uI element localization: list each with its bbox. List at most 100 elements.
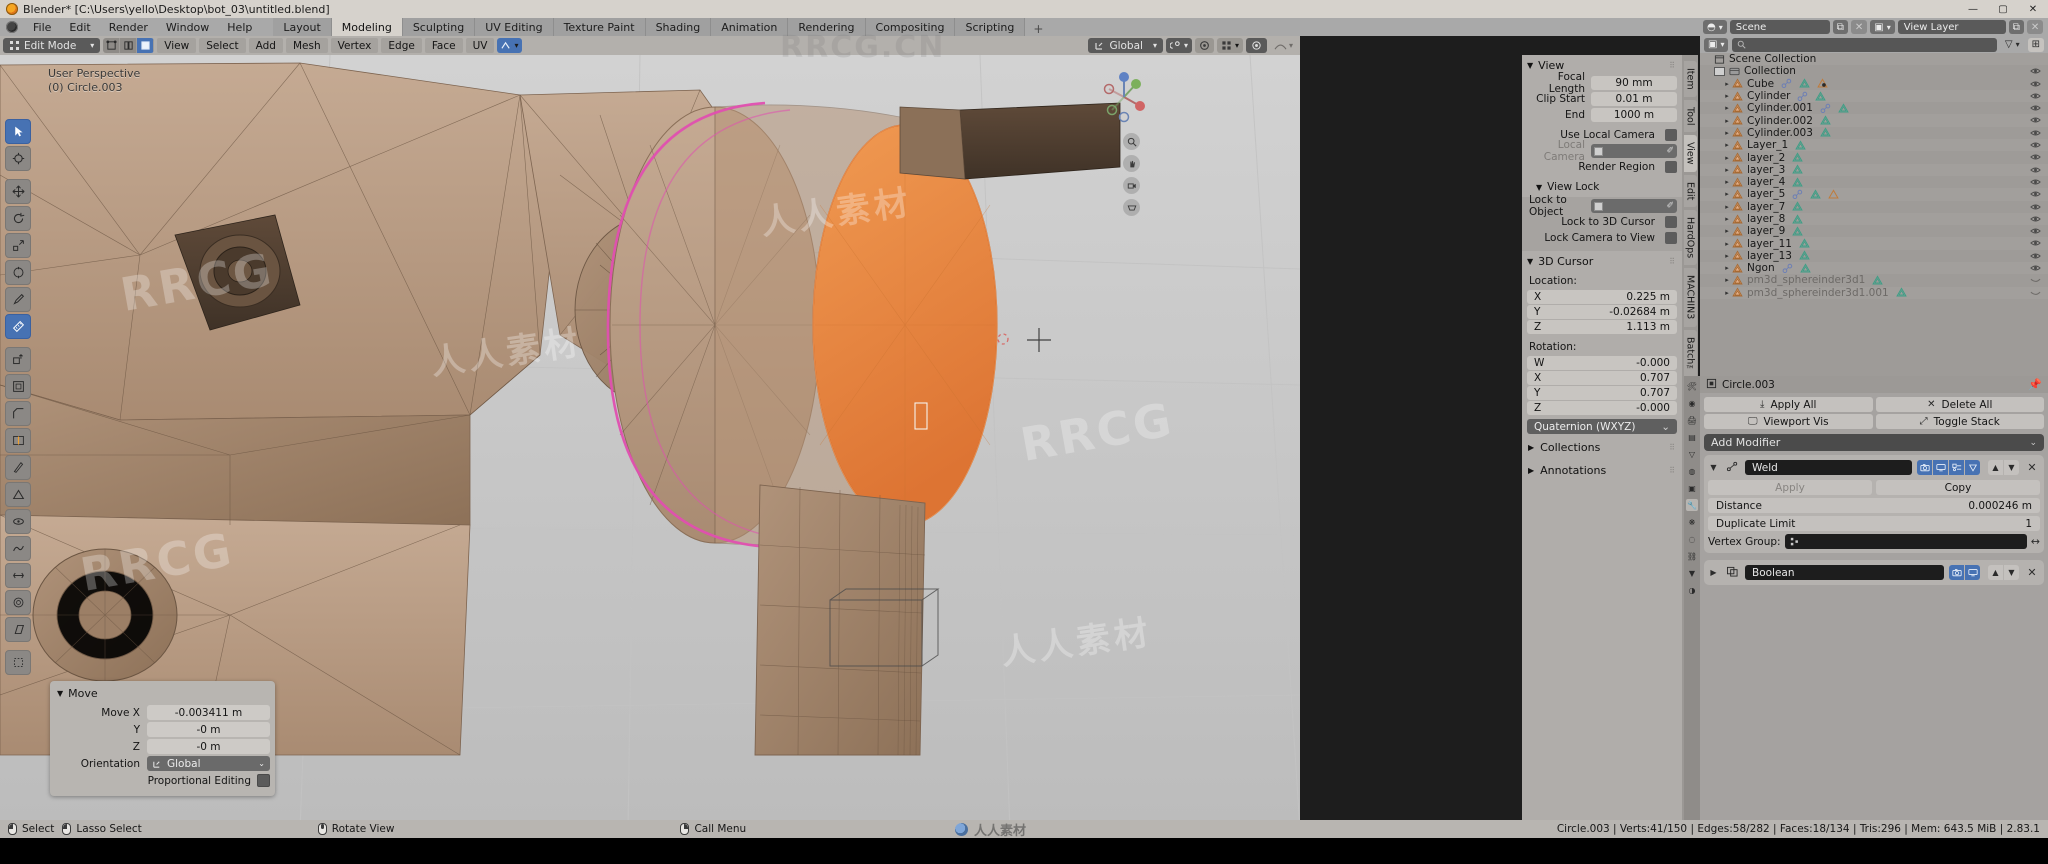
local-camera-row[interactable]: Local Camera ✐ (1527, 139, 1677, 163)
operator-redo-panel[interactable]: ▼ Move Move X -0.003411 m Y -0 m Z -0 m … (50, 681, 275, 796)
weld-render-toggle-icon[interactable] (1917, 460, 1932, 475)
viewport-menu-face[interactable]: Face (424, 38, 463, 53)
boolean-modifier-name-field[interactable]: Boolean (1745, 565, 1944, 580)
maximize-button[interactable]: ▢ (1988, 0, 2018, 18)
close-button[interactable]: ✕ (2018, 0, 2048, 18)
add-modifier-dropdown[interactable]: Add Modifier ⌄ (1704, 434, 2044, 451)
outliner-row-object[interactable]: ▸ layer_8 (1700, 212, 2048, 226)
outliner-row-object[interactable]: ▸ Cube (1700, 78, 2048, 90)
npanel-tab-item[interactable]: Item (1683, 61, 1697, 97)
weld-distance-row[interactable]: Distance 0.000246 m (1708, 498, 2040, 513)
operator-value-move-x[interactable]: -0.003411 m (147, 705, 270, 720)
weld-vertex-group-invert-icon[interactable]: ↔ (2031, 535, 2040, 548)
new-scene-button[interactable]: ⧉ (1832, 20, 1848, 34)
visibility-eye-icon[interactable] (2030, 263, 2041, 273)
outliner-row-object[interactable]: ▸ layer_3 (1700, 163, 2048, 176)
3d-viewport[interactable]: User Perspective (0) Circle.003 ▼ Move M… (0, 55, 1300, 830)
outliner-row-object[interactable]: ▸ Ngon (1700, 262, 2048, 275)
outliner-row-object[interactable]: ▸ Cylinder.002 (1700, 114, 2048, 127)
particle-properties-tab[interactable]: ❋ (1686, 516, 1698, 528)
minimize-button[interactable]: — (1958, 0, 1988, 18)
visibility-eye-icon[interactable] (2030, 226, 2041, 236)
viewport-menu-vertex[interactable]: Vertex (330, 38, 379, 53)
outliner-row-object[interactable]: ▸ layer_11 (1700, 237, 2048, 250)
toggle-stack-button[interactable]: ⤢ Toggle Stack (1875, 414, 2044, 429)
clip-start-row[interactable]: Clip Start 0.01 m (1527, 92, 1677, 106)
outliner-badge-mesh-icon[interactable] (1792, 226, 1804, 237)
outliner-row-object[interactable]: ▸ layer_5 (1700, 188, 2048, 201)
tool-smooth[interactable] (5, 536, 31, 561)
tool-properties-tab[interactable]: 🛠 (1686, 380, 1698, 392)
outliner-badge-mesh-icon[interactable] (1792, 213, 1804, 225)
output-properties-tab[interactable]: 🖨 (1686, 414, 1698, 426)
outliner-editor[interactable]: ▣ ▾ ▽ ▾ ⊞ Scene Collection Collection ▸ C (1700, 36, 2048, 376)
visibility-eye-icon[interactable] (2030, 177, 2041, 187)
view-section-triangle-icon[interactable]: ▼ (1527, 61, 1533, 70)
disclosure-triangle-icon[interactable]: ▸ (1722, 129, 1732, 137)
outliner-badge-modifier-icon[interactable] (1797, 91, 1809, 102)
disclosure-triangle-icon[interactable]: ▸ (1722, 264, 1732, 272)
local-camera-field[interactable]: ✐ (1591, 144, 1677, 158)
workspace-tab-sculpting[interactable]: Sculpting (402, 18, 476, 36)
outliner-badge-mesh-icon[interactable] (1820, 127, 1832, 138)
eyedropper-icon-2[interactable]: ✐ (1666, 201, 1674, 211)
visibility-eye-icon[interactable] (2030, 115, 2041, 125)
outliner-row-collection[interactable]: Collection (1700, 65, 2048, 77)
vertex-select-mode-icon[interactable] (103, 38, 121, 53)
falloff-shape-icon[interactable] (1245, 38, 1267, 53)
outliner-badge-modifier-icon[interactable] (1781, 78, 1793, 89)
lock-camera-to-view-checkbox[interactable] (1665, 232, 1677, 244)
outliner-row-object[interactable]: ▸ layer_13 (1700, 250, 2048, 262)
cursor-rotation-z[interactable]: Z -0.000 (1527, 401, 1677, 415)
properties-editor[interactable]: Circle.003 📌 ⤓ Apply All ✕ Delete All 🖵 … (1700, 376, 2048, 830)
disclosure-triangle-icon[interactable]: ▸ (1722, 178, 1732, 186)
scene-properties-tab[interactable]: ▽ (1686, 448, 1698, 460)
weld-display-toggles[interactable] (1917, 460, 1980, 475)
outliner-badge-mesh-icon[interactable] (1810, 189, 1822, 200)
delete-all-button[interactable]: ✕ Delete All (1875, 397, 2044, 412)
weld-expand-triangle-icon[interactable]: ▼ (1708, 463, 1719, 472)
outliner-badge-modifier-icon[interactable] (1820, 103, 1832, 114)
viewlayer-properties-tab[interactable]: ▤ (1686, 431, 1698, 443)
tool-extrude[interactable] (5, 347, 31, 372)
mesh-select-mode-group[interactable] (103, 38, 155, 53)
tool-move[interactable] (5, 179, 31, 204)
outliner-new-collection-icon[interactable]: ⊞ (2027, 37, 2044, 52)
add-workspace-button[interactable]: + (1025, 22, 1051, 36)
zoom-icon[interactable] (1123, 133, 1140, 150)
workspace-tab-uv-editing[interactable]: UV Editing (475, 18, 554, 36)
npanel-tab-machin3[interactable]: MACHIN3 (1683, 268, 1697, 327)
collapse-triangle-icon[interactable]: ▼ (57, 689, 63, 698)
visibility-eye-icon[interactable] (2030, 91, 2041, 101)
blender-menu-icon[interactable] (0, 18, 24, 36)
visibility-eye-icon[interactable] (2030, 202, 2041, 212)
disclosure-triangle-icon[interactable]: ▸ (1722, 289, 1732, 297)
visibility-eye-icon[interactable] (2030, 251, 2041, 261)
object-properties-tab[interactable]: ▣ (1686, 482, 1698, 494)
outliner-row-object[interactable]: ▸ layer_2 (1700, 151, 2048, 164)
new-viewlayer-button[interactable]: ⧉ (2008, 20, 2024, 34)
disclosure-triangle-icon[interactable]: ▸ (1722, 92, 1732, 100)
scene-name-field[interactable]: Scene (1729, 20, 1830, 34)
outliner-row-object[interactable]: ▸ Cylinder (1700, 89, 2048, 103)
visibility-eye-icon[interactable] (2030, 189, 2041, 199)
operator-panel-header[interactable]: ▼ Move (55, 685, 270, 705)
weld-modifier-name-field[interactable]: Weld (1745, 460, 1912, 475)
toggle-perspective-icon[interactable] (1123, 199, 1140, 216)
focal-length-field[interactable]: 90 mm (1591, 76, 1677, 90)
disclosure-triangle-icon[interactable]: ▸ (1722, 104, 1732, 112)
tool-loop-cut[interactable] (5, 428, 31, 453)
viewport-menu-select[interactable]: Select (199, 38, 246, 53)
pin-icon[interactable]: 📌 (2028, 378, 2042, 391)
face-select-mode-icon[interactable] (137, 38, 155, 53)
lock-to-3d-cursor-row[interactable]: Lock to 3D Cursor (1527, 215, 1677, 229)
disclosure-triangle-icon[interactable]: ▸ (1722, 117, 1732, 125)
render-region-row[interactable]: Render Region (1527, 160, 1677, 174)
visibility-eye-icon[interactable] (2030, 214, 2041, 224)
weld-move-up-icon[interactable]: ▲ (1988, 460, 2003, 475)
workspace-tab-layout[interactable]: Layout (273, 18, 332, 36)
outliner-row-object[interactable]: ▸ Cylinder.003 (1700, 127, 2048, 139)
camera-view-icon[interactable] (1123, 177, 1140, 194)
workspace-tab-rendering[interactable]: Rendering (788, 18, 866, 36)
cursor-rotation-x[interactable]: X 0.707 (1527, 371, 1677, 385)
